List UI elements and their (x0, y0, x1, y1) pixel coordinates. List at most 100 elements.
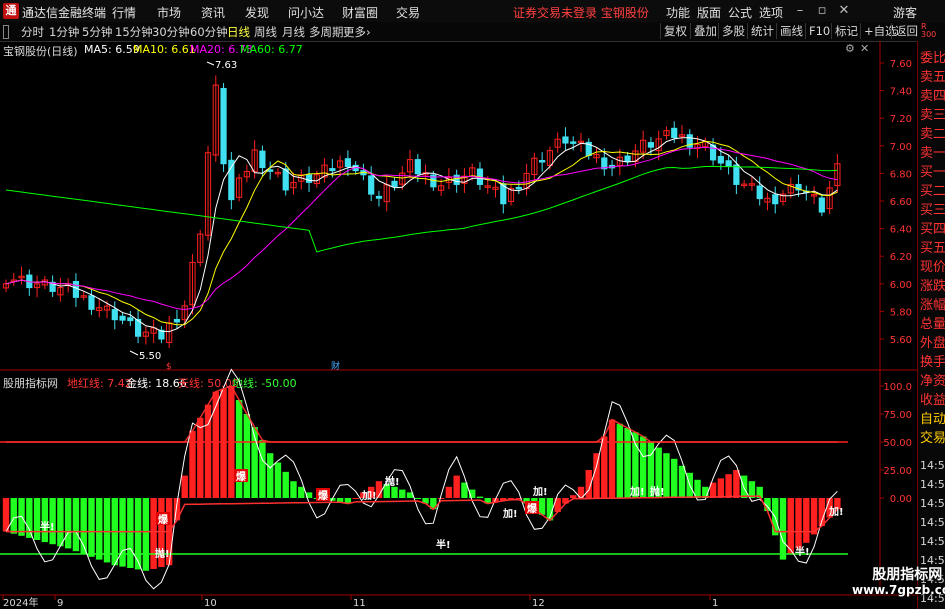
x-label: 1 (712, 598, 718, 609)
main-y-label: 7.60 (890, 59, 912, 70)
quote-field-13[interactable]: 涨幅 (920, 294, 945, 313)
peak-line (6, 385, 838, 443)
quote-field-9[interactable]: 买四 (920, 218, 945, 237)
quote-field-8[interactable]: 买三 (920, 199, 945, 218)
candle-body (375, 195, 383, 199)
quote-field-20[interactable]: 交易 (920, 427, 945, 446)
quote-field-14[interactable]: 总量 (920, 313, 945, 332)
candle-body (515, 186, 522, 190)
x-label: 10 (204, 598, 217, 609)
trade-time-3: 14:56 (920, 516, 945, 529)
watermark-title: 股朋指标网 (872, 567, 943, 583)
indicator-bar (445, 486, 453, 498)
quote-field-11[interactable]: 现价 (920, 256, 945, 275)
candle-body (624, 155, 631, 163)
main-y-label: 6.20 (890, 252, 912, 263)
ind-y-label: 0.00 (890, 494, 912, 505)
indicator-y-axis: 100.0 75.00 50.00 25.00 0.00 (880, 382, 912, 505)
quote-field-6[interactable]: 买一 (920, 161, 945, 180)
quote-field-1[interactable]: 卖五 (920, 66, 945, 85)
indicator-bar (593, 453, 600, 498)
candle-body (733, 164, 740, 185)
indicator-bar (181, 475, 188, 498)
indicator-bar (810, 498, 818, 535)
indicator-bar (64, 498, 72, 549)
quote-field-4[interactable]: 卖二 (920, 123, 945, 142)
indicator-bar (72, 498, 80, 552)
low-price-pointer (129, 350, 139, 356)
quote-field-17[interactable]: 净资 (920, 370, 945, 389)
quote-field-19[interactable]: 自动 (920, 408, 945, 427)
indicator-bar (220, 388, 227, 498)
indicator-bar (127, 498, 134, 568)
indicator-bar (399, 489, 406, 498)
main-y-label: 6.80 (890, 169, 912, 180)
ind-y-label: 100.0 (883, 382, 912, 393)
candle-body (173, 318, 181, 323)
indicator-bar (235, 400, 243, 498)
trade-time-5: 14:56 (920, 554, 945, 567)
chart-canvas[interactable]: 7.60 7.40 7.20 7.00 6.80 6.60 6.40 6.20 6.00 5.80… (0, 0, 917, 609)
quote-field-3[interactable]: 卖三 (920, 104, 945, 123)
signal-label: 抛! (155, 547, 170, 560)
indicator-bar (437, 498, 445, 499)
indicator-bar (476, 496, 484, 498)
ind-y-label: 75.00 (883, 410, 912, 421)
signal-label: 加! (532, 485, 548, 498)
indicator-bar (608, 419, 616, 498)
signal-label: 加! (629, 485, 645, 498)
candle-body (391, 180, 398, 188)
indicator-bar (189, 430, 196, 498)
candle-body (344, 158, 351, 167)
signal-label: 抛! (385, 475, 400, 488)
quote-field-10[interactable]: 买五 (920, 237, 945, 256)
main-y-label: 6.60 (890, 197, 912, 208)
indicator-bar (725, 474, 732, 498)
main-y-label: 6.00 (890, 280, 912, 291)
indicator-bar (787, 498, 794, 554)
candle-body (647, 142, 655, 148)
quote-field-12[interactable]: 涨跌 (920, 275, 945, 294)
indicator-bar (96, 498, 103, 560)
watermark: 股朋指标网 www.7gpzb.com (852, 568, 945, 598)
quote-field-15[interactable]: 外盘 (920, 332, 945, 351)
main-y-label: 5.60 (890, 335, 912, 346)
indicator-bar (352, 498, 359, 499)
indicator-bar (290, 481, 297, 498)
signal-label: 爆 (318, 489, 329, 502)
indicator-bar (33, 498, 41, 540)
low-price-label: 5.50 (139, 351, 161, 362)
quote-field-18[interactable]: 收益 (920, 389, 945, 408)
x-label: 9 (57, 598, 63, 609)
ind-y-label: 25.00 (883, 466, 912, 477)
indicator-bar (717, 478, 725, 498)
signal-label: 加! (361, 489, 377, 502)
candle-body (671, 127, 678, 139)
signal-label: 半! (40, 520, 55, 533)
main-y-label: 7.00 (890, 142, 912, 153)
candle-body (119, 315, 126, 321)
indicator-bar (282, 471, 289, 498)
candle-body (539, 160, 546, 163)
trade-time-0: 14:56 (920, 459, 945, 472)
main-y-axis: 7.60 7.40 7.20 7.00 6.80 6.60 6.40 6.20 6.00 5.80… (880, 59, 912, 346)
indicator-bar (259, 440, 266, 498)
indicator-bar (803, 498, 810, 543)
indicator-bar (274, 462, 282, 498)
signal-label: 加! (828, 505, 844, 518)
quote-field-7[interactable]: 买二 (920, 180, 945, 199)
quote-field-16[interactable]: 换手 (920, 351, 945, 370)
main-y-label: 7.20 (890, 114, 912, 125)
candles (2, 75, 841, 348)
signal-label: 抛! (650, 485, 665, 498)
quote-field-0[interactable]: 委比 (920, 47, 945, 66)
signal-label: 加! (502, 507, 518, 520)
indicator-bar (243, 414, 251, 498)
indicator-bars (2, 386, 841, 571)
indicator-bar (671, 458, 678, 498)
quote-field-2[interactable]: 卖四 (920, 85, 945, 104)
quote-field-5[interactable]: 卖一 (920, 142, 945, 161)
candle-body (725, 160, 732, 167)
candle-body (818, 197, 825, 213)
main-y-label: 6.40 (890, 225, 912, 236)
